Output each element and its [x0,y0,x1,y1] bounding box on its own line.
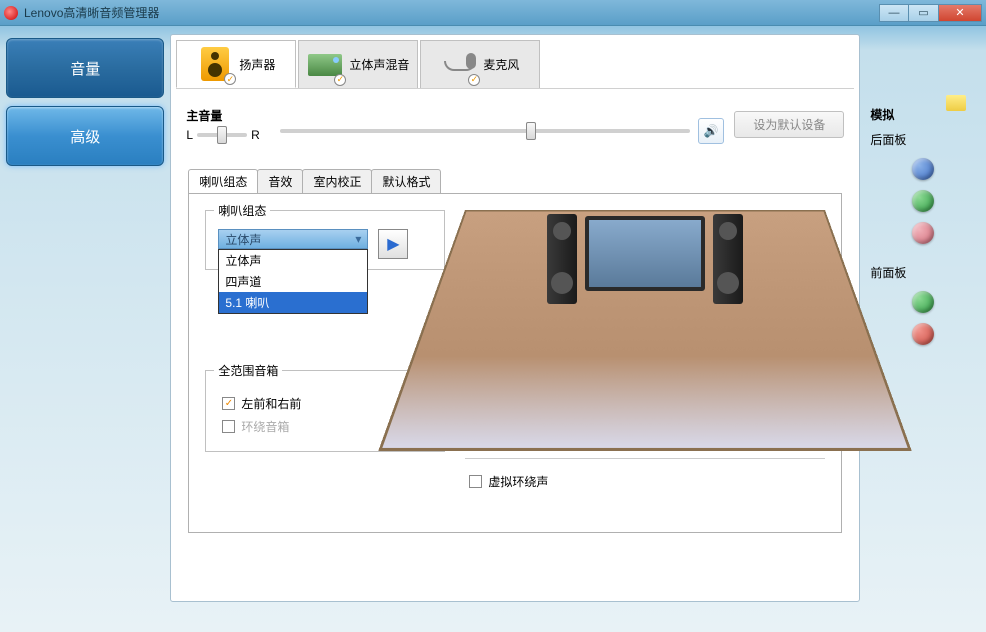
dropdown-list: 立体声 四声道 5.1 喇叭 [218,249,368,314]
checkbox-label: 环绕音箱 [241,418,289,435]
speaker-left-icon[interactable] [547,214,577,304]
speaker-right-icon[interactable] [713,214,743,304]
tv-icon [585,216,705,291]
dropdown-option[interactable]: 立体声 [219,250,367,271]
sound-icon: 🔊 [704,124,719,138]
tab-content: 喇叭组态 立体声 ▾ 立体声 四声道 5.1 喇叭 [188,193,842,533]
titlebar: Lenovo高清晰音频管理器 — ▭ ✕ [0,0,986,26]
jack-front-out[interactable] [912,291,934,313]
back-panel-label: 后面板 [870,131,976,148]
speaker-config-dropdown[interactable]: 立体声 ▾ 立体声 四声道 5.1 喇叭 [218,229,368,249]
group-title: 喇叭组态 [214,202,270,219]
checkbox-virtual-surround[interactable]: 虚拟环绕声 [469,473,821,490]
checkbox-icon [469,475,482,488]
tab-label: 立体声混音 [349,56,409,73]
play-icon: ▶ [387,234,399,254]
balance-left-label: L [186,128,193,142]
dropdown-option[interactable]: 5.1 喇叭 [219,292,367,313]
minimize-button[interactable]: — [879,4,909,22]
main-volume-section: 主音量 L R 🔊 设为默认设备 [176,89,854,159]
volume-thumb[interactable] [526,122,536,140]
speaker-config-group: 喇叭组态 立体声 ▾ 立体声 四声道 5.1 喇叭 [205,210,445,270]
checkbox-label: 左前和右前 [241,395,301,412]
checkbox-label: 虚拟环绕声 [488,473,548,490]
sidebar: 音量 高级 [0,26,170,632]
sub-tabs: 喇叭组态 音效 室内校正 默认格式 [188,169,842,193]
sidebar-item-volume[interactable]: 音量 [6,38,164,98]
dropdown-selected: 立体声 [225,231,261,248]
mixer-icon: ✓ [307,47,343,83]
subtab-soundfx[interactable]: 音效 [257,169,303,193]
analog-panel: 模拟 后面板 前面板 [860,26,986,632]
chevron-down-icon: ▾ [351,232,365,246]
jack-front-mic[interactable] [912,323,934,345]
play-test-button[interactable]: ▶ [378,229,408,259]
folder-icon[interactable] [946,95,966,111]
window-title: Lenovo高清晰音频管理器 [24,4,159,21]
balance-right-label: R [251,128,260,142]
room-visualization: 虚拟环绕声 [465,210,825,516]
subtab-default-format[interactable]: 默认格式 [371,169,441,193]
jack-mic[interactable] [912,222,934,244]
app-icon [4,6,18,20]
balance-slider[interactable]: L R [186,128,259,142]
subtab-room-correction[interactable]: 室内校正 [302,169,372,193]
main-volume-label: 主音量 [186,107,259,124]
main-panel: ✓ 扬声器 ✓ 立体声混音 ✓ 麦克风 主音量 [170,34,860,602]
tab-microphone[interactable]: ✓ 麦克风 [420,40,540,88]
sidebar-label: 高级 [70,126,100,147]
front-panel-label: 前面板 [870,264,976,281]
dropdown-option[interactable]: 四声道 [219,271,367,292]
tab-label: 麦克风 [483,56,519,73]
volume-slider[interactable] [280,129,691,133]
sidebar-label: 音量 [70,58,100,79]
device-tabs: ✓ 扬声器 ✓ 立体声混音 ✓ 麦克风 [176,40,854,89]
mic-icon: ✓ [441,47,477,83]
group-title: 全范围音箱 [214,362,282,379]
close-button[interactable]: ✕ [939,4,982,22]
subtab-speaker-config[interactable]: 喇叭组态 [188,169,258,193]
balance-thumb[interactable] [217,126,227,144]
checkbox-icon [222,420,235,433]
maximize-button[interactable]: ▭ [909,4,939,22]
jack-line-out[interactable] [912,190,934,212]
tab-speaker[interactable]: ✓ 扬声器 [176,40,296,88]
tab-stereo-mix[interactable]: ✓ 立体声混音 [298,40,418,88]
speaker-icon: ✓ [197,46,233,82]
mute-button[interactable]: 🔊 [698,118,724,144]
button-label: 设为默认设备 [753,118,825,132]
checkbox-icon: ✓ [222,397,235,410]
window-controls: — ▭ ✕ [879,4,982,22]
tab-label: 扬声器 [239,56,275,73]
jack-line-in[interactable] [912,158,934,180]
sidebar-item-advanced[interactable]: 高级 [6,106,164,166]
set-default-button[interactable]: 设为默认设备 [734,111,844,138]
